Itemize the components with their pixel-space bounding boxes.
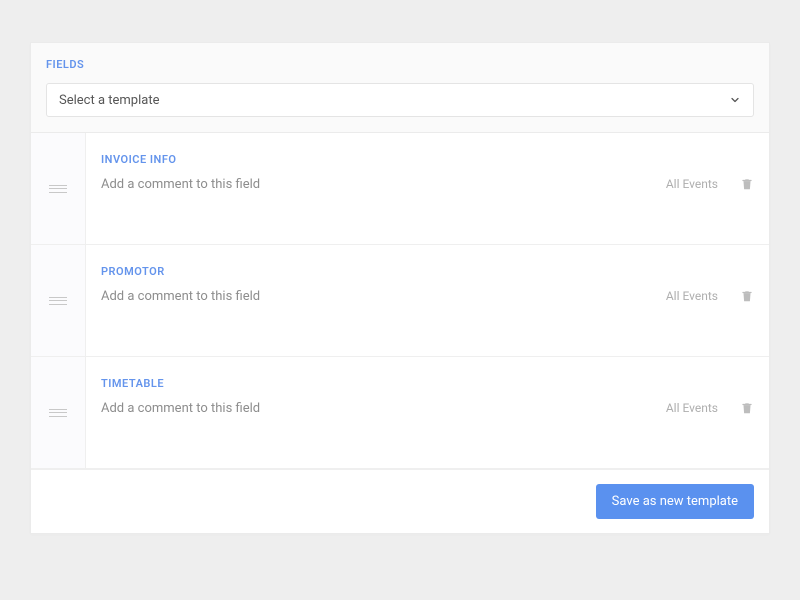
field-title: INVOICE INFO: [101, 153, 754, 166]
drag-icon: [49, 409, 67, 417]
template-select[interactable]: Select a template: [46, 83, 754, 117]
template-select-label: Select a template: [59, 93, 159, 108]
drag-handle[interactable]: [31, 357, 86, 468]
chevron-down-icon: [729, 94, 741, 106]
panel-footer: Save as new template: [31, 469, 769, 533]
comment-input[interactable]: [101, 289, 666, 304]
field-body: PROMOTOR All Events: [86, 245, 769, 356]
trash-icon[interactable]: [740, 176, 754, 192]
panel-header: FIELDS Select a template: [31, 43, 769, 133]
field-row: INVOICE INFO All Events: [31, 133, 769, 245]
events-selector[interactable]: All Events: [666, 177, 718, 191]
field-body: TIMETABLE All Events: [86, 357, 769, 468]
save-template-button[interactable]: Save as new template: [596, 484, 754, 519]
field-row: PROMOTOR All Events: [31, 245, 769, 357]
comment-input[interactable]: [101, 401, 666, 416]
drag-icon: [49, 297, 67, 305]
fields-panel: FIELDS Select a template INVOICE INFO Al…: [30, 42, 770, 534]
events-selector[interactable]: All Events: [666, 401, 718, 415]
panel-title: FIELDS: [46, 58, 754, 71]
field-row: TIMETABLE All Events: [31, 357, 769, 469]
trash-icon[interactable]: [740, 400, 754, 416]
drag-icon: [49, 185, 67, 193]
drag-handle[interactable]: [31, 245, 86, 356]
events-selector[interactable]: All Events: [666, 289, 718, 303]
field-title: TIMETABLE: [101, 377, 754, 390]
field-body: INVOICE INFO All Events: [86, 133, 769, 244]
trash-icon[interactable]: [740, 288, 754, 304]
drag-handle[interactable]: [31, 133, 86, 244]
comment-input[interactable]: [101, 177, 666, 192]
field-title: PROMOTOR: [101, 265, 754, 278]
